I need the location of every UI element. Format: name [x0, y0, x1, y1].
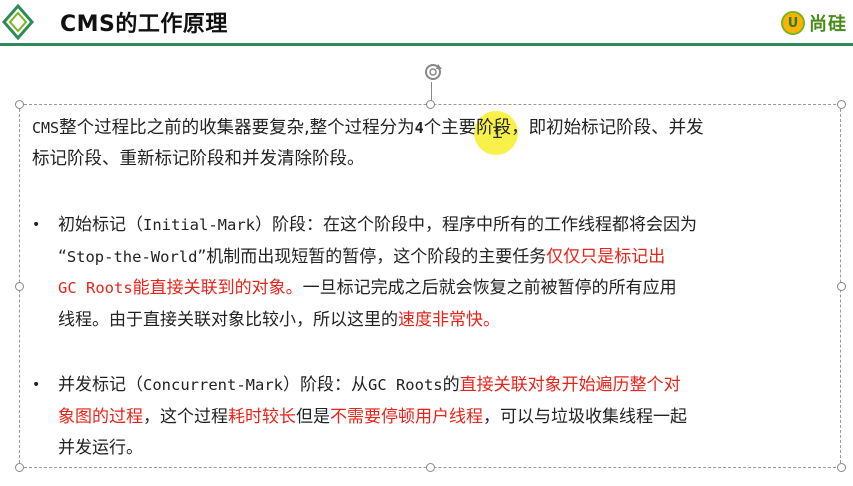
b1-gc-roots: GC Roots: [58, 279, 133, 297]
b1-red-1: 仅仅只是标记出: [546, 246, 666, 267]
intro-cms: CMS: [32, 119, 60, 137]
b1-stw: Stop-the-World: [66, 247, 198, 266]
resize-handle-middle-right[interactable]: [837, 282, 846, 291]
resize-handle-bottom-left[interactable]: [15, 463, 24, 472]
b2-text-6: 但是: [296, 406, 330, 427]
slide-header: CMS的工作原理 U 尚硅: [0, 0, 853, 46]
b1-text-6: 一旦标记完成之后就会恢复之前被暂停的所有应用: [302, 278, 677, 298]
b1-text-2: ）阶段：在这个阶段中，程序中所有的工作线程都将会因为: [254, 215, 697, 235]
b1-text-1: 初始标记（: [58, 215, 143, 235]
b2-text-2: ）阶段：从: [282, 375, 368, 395]
resize-handle-top-right[interactable]: [837, 100, 846, 109]
header-divider: [0, 43, 853, 46]
resize-handle-top-left[interactable]: [15, 100, 24, 109]
b2-text-3: 的: [442, 375, 460, 395]
b1-red-2: 能直接关联到的对象。: [132, 278, 303, 298]
text-cursor-icon: Ɪ: [493, 123, 502, 142]
b1-text-7: 线程。由于直接关联对象比较小，所以这里的: [58, 309, 398, 330]
b2-gc-roots: GC Roots: [367, 376, 443, 394]
brand-badge-icon: U: [781, 11, 805, 35]
resize-handle-middle-left[interactable]: [15, 282, 24, 291]
b2-text-7: ，可以与垃圾收集线程一起: [483, 406, 687, 427]
intro-number: 4: [414, 119, 424, 137]
b2-red-3: 耗时较长: [228, 406, 296, 427]
intro-paragraph: CMS整个过程比之前的收集器要复杂,整个过程分为4个主要阶段，即初始标记阶段、并…: [32, 113, 832, 175]
rotate-handle-icon[interactable]: [423, 62, 443, 82]
b1-text-4: ”机制而出现短暂的暂停，这个阶段的主要任务: [197, 246, 547, 267]
text-box-content[interactable]: CMS整个过程比之前的收集器要复杂,整个过程分为4个主要阶段，即初始标记阶段、并…: [32, 113, 832, 175]
intro-text-1: 整个过程比之前的收集器要复杂,整个过程分为: [59, 118, 415, 138]
b2-text-1: 并发标记（: [58, 375, 143, 395]
bullet-dot: •: [32, 217, 41, 233]
b2-text-5: ，这个过程: [143, 406, 228, 427]
b2-red-2: 象图的过程: [58, 406, 143, 427]
resize-handle-bottom-right[interactable]: [837, 463, 846, 472]
b1-quote-open: “: [58, 246, 67, 267]
b2-text-8: 并发运行。: [58, 438, 143, 458]
intro-text-2: 个主要阶段，即初始标记阶段、并发: [423, 118, 704, 138]
page-title: CMS的工作原理: [60, 12, 228, 37]
b2-concurrent-mark: Concurrent-Mark: [143, 376, 283, 394]
brand-logo: U 尚硅: [781, 8, 847, 38]
b2-red-4: 不需要停顿用户线程: [330, 406, 483, 427]
b1-red-3: 速度非常快。: [398, 309, 500, 330]
b1-initial-mark: Initial-Mark: [143, 216, 255, 234]
intro-text-3: 标记阶段、重新标记阶段和并发清除阶段。: [32, 149, 365, 169]
brand-text: 尚硅: [809, 14, 847, 35]
diamond-logo-icon: [2, 3, 34, 41]
bullet-initial-mark: • 初始标记（Initial-Mark）阶段：在这个阶段中，程序中所有的工作线程…: [30, 210, 830, 336]
bullet-dot: •: [32, 377, 41, 393]
b2-red-1: 直接关联对象开始遍历整个对: [459, 375, 681, 395]
resize-handle-top-middle[interactable]: [426, 100, 435, 109]
bullet-concurrent-mark: • 并发标记（Concurrent-Mark）阶段：从GC Roots的直接关联…: [30, 370, 830, 465]
